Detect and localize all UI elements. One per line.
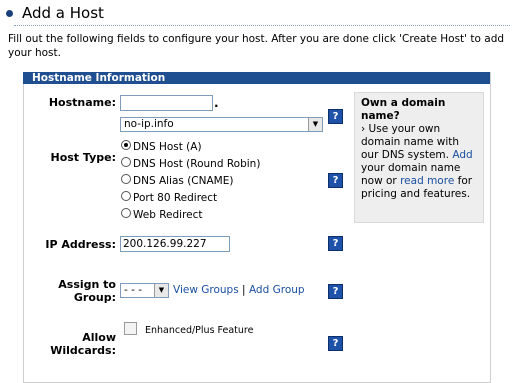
assign-group-help-icon[interactable]: ? (328, 284, 343, 299)
wildcards-label-line2: Wildcards: (50, 344, 116, 357)
group-select-value: - - - (124, 284, 143, 296)
dropdown-arrow-icon[interactable]: ▼ (308, 118, 322, 131)
add-group-link[interactable]: Add Group (249, 284, 305, 296)
radio-icon[interactable] (121, 191, 131, 201)
hostname-input[interactable] (120, 95, 213, 111)
enhanced-feature-note: Enhanced/Plus Feature (145, 325, 254, 336)
title-divider (14, 25, 510, 26)
ip-address-input[interactable] (120, 236, 230, 252)
sidebar-arrow-icon: › (361, 123, 366, 135)
panel-header-title: Hostname Information (32, 72, 166, 84)
host-type-options: DNS Host (A) DNS Host (Round Robin) DNS … (121, 140, 260, 225)
page-title: Add a Host (22, 4, 104, 22)
wildcards-label-line1: Allow (82, 331, 116, 344)
host-type-option-a[interactable]: DNS Host (A) (121, 140, 260, 157)
ip-address-help-icon[interactable]: ? (328, 236, 343, 251)
add-domain-link[interactable]: Add (452, 149, 472, 161)
group-select[interactable]: - - - ▼ (120, 283, 169, 298)
assign-group-label-line2: Group: (73, 291, 116, 304)
domain-info-sidebar: Own a domain name? › Use your own domain… (354, 92, 484, 223)
dropdown-arrow-icon[interactable]: ▼ (154, 284, 168, 297)
host-type-option-round-robin[interactable]: DNS Host (Round Robin) (121, 157, 260, 174)
read-more-link[interactable]: read more (400, 175, 454, 187)
host-type-label: Host Type: (50, 151, 116, 164)
sidebar-body: › Use your own domain name with our DNS … (361, 123, 473, 200)
radio-icon[interactable] (121, 174, 131, 184)
view-groups-link[interactable]: View Groups (173, 284, 239, 296)
radio-icon[interactable] (121, 140, 131, 150)
hostname-label: Hostname: (48, 96, 116, 109)
hostname-help-icon[interactable]: ? (328, 109, 343, 124)
radio-icon[interactable] (121, 208, 131, 218)
wildcards-checkbox-icon[interactable] (124, 322, 137, 335)
assign-group-label-line1: Assign to (58, 278, 116, 291)
group-links: View Groups | Add Group (173, 284, 305, 296)
host-type-option-port80[interactable]: Port 80 Redirect (121, 191, 260, 208)
radio-icon[interactable] (121, 157, 131, 167)
hostname-dot: . (214, 96, 219, 110)
bullet-icon (6, 10, 13, 17)
host-type-option-web-redirect[interactable]: Web Redirect (121, 208, 260, 225)
intro-text: Fill out the following fields to configu… (8, 33, 505, 59)
link-separator: | (242, 284, 246, 296)
host-type-help-icon[interactable]: ? (328, 173, 343, 188)
host-type-option-cname[interactable]: DNS Alias (CNAME) (121, 174, 260, 191)
ip-address-label: IP Address: (45, 238, 116, 251)
wildcards-help-icon[interactable]: ? (328, 336, 343, 351)
domain-select-value: no-ip.info (124, 118, 174, 130)
domain-select[interactable]: no-ip.info ▼ (120, 117, 323, 132)
sidebar-title: Own a domain name? (361, 97, 446, 122)
